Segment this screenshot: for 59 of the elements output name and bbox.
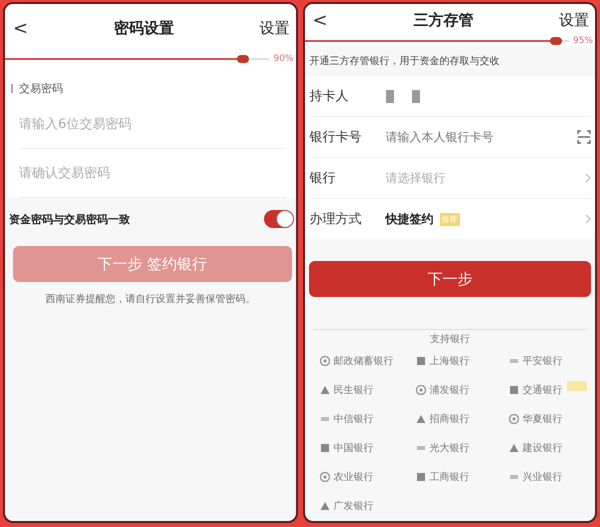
chevron-icon (585, 173, 591, 183)
bank-logo-icon (320, 443, 330, 453)
bank-name: 邮政储蓄银行 (334, 354, 394, 368)
bank-logo-icon (320, 356, 330, 366)
bank-name: 中信银行 (334, 412, 374, 426)
field-label: 银行卡号 (310, 129, 362, 146)
bank-name: 兴业银行 (522, 470, 562, 484)
toggle-switch[interactable] (264, 210, 294, 228)
settings-button[interactable]: 设置 (559, 10, 589, 30)
progress-thumb (237, 55, 250, 63)
bank-name: 华夏银行 (522, 413, 562, 426)
bank-logo-icon (320, 501, 330, 511)
toggle-label: 资金密码与交易密码一致 (9, 212, 130, 226)
masked-name-drawing (386, 90, 420, 102)
bank-name: 农业银行 (334, 470, 374, 484)
bank-name: 招商银行 (430, 412, 470, 426)
bank-logo-icon (320, 472, 330, 482)
card-number-field[interactable]: 请输入本人银行卡号 (386, 130, 577, 144)
method-value[interactable]: 快捷签约 (386, 210, 434, 228)
info-text: 开通三方存管银行，用于资金的存取与交收 (308, 54, 500, 69)
progress-thumb (550, 37, 562, 45)
field-label: 持卡人 (310, 88, 350, 105)
settings-button[interactable]: 设置 (260, 18, 290, 38)
password-field[interactable]: 请输入6位交易密码 (5, 100, 296, 149)
section-marker (11, 84, 13, 92)
password-field[interactable]: 请确认交易密码 (5, 149, 296, 198)
progress-reading: 95% (572, 36, 593, 46)
bank-logo-icon (508, 443, 518, 453)
back-button[interactable]: < (312, 10, 328, 30)
bank-name: 浦发银行 (430, 384, 470, 397)
bank-logo-icon (508, 385, 518, 395)
chevron-icon (585, 214, 591, 224)
progress-reading: 90% (273, 54, 294, 64)
bank-logo-icon (416, 414, 426, 424)
bank-name: 中国银行 (334, 442, 374, 455)
bank-logo-icon (416, 356, 426, 366)
screen-title: 密码设置 (114, 18, 174, 38)
section-title: 支持银行 (430, 332, 470, 346)
bank-name: 交通银行 (522, 384, 562, 397)
bank-name: 民生银行 (334, 384, 374, 397)
screen-title: 三方存管 (413, 10, 474, 30)
next-button[interactable]: 下一步 (308, 261, 591, 297)
hint-text: 西南证券提醒您，请自行设置并妥善保管密码。 (44, 292, 256, 306)
bank-name: 广发银行 (334, 500, 374, 513)
scan-icon[interactable] (577, 130, 591, 144)
bank-name: 工商银行 (430, 470, 470, 484)
recommend-badge: 推荐 (440, 212, 460, 226)
bank-logo-icon (508, 414, 518, 424)
bank-logo-icon (416, 385, 426, 395)
back-button[interactable]: < (13, 18, 28, 38)
bank-name: 上海银行 (430, 354, 470, 368)
bank-name: 平安银行 (522, 354, 562, 368)
bank-logo-icon (416, 472, 426, 482)
bank-logo-icon (320, 385, 330, 395)
field-label: 办理方式 (310, 211, 362, 228)
bank-name: 光大银行 (430, 442, 470, 455)
bank-name: 建设银行 (522, 442, 562, 455)
section-label: 交易密码 (19, 80, 63, 96)
field-label: 银行 (310, 170, 336, 187)
